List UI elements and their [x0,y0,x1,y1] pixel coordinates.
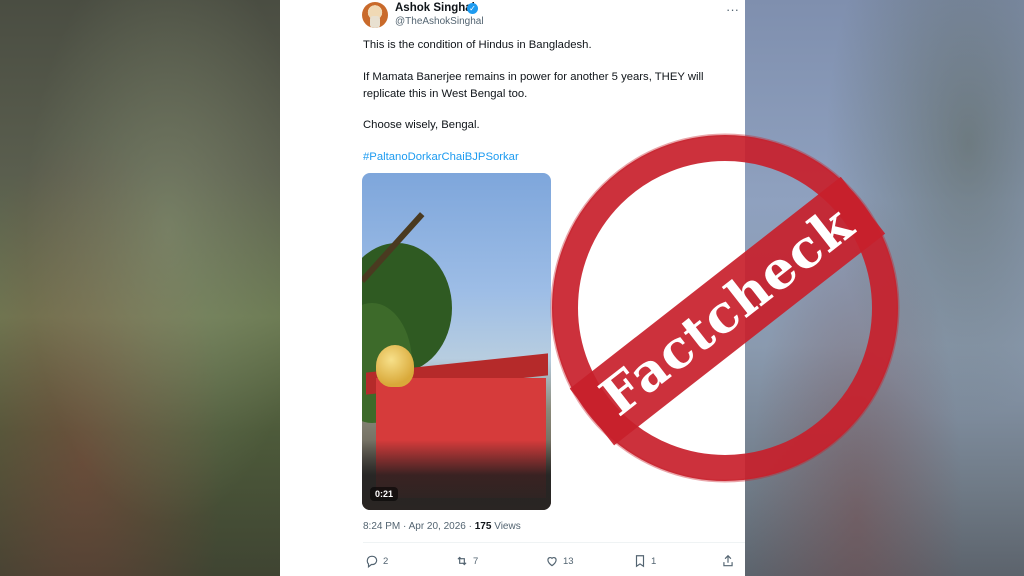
stamp-text: Factcheck [589,194,865,428]
background-left [0,0,280,576]
author-handle[interactable]: @TheAshokSinghal [395,16,484,27]
post-meta: 8:24 PM · Apr 20, 2026 · 175 Views [363,521,521,532]
like-count: 13 [563,555,574,567]
repost-icon [457,556,467,566]
views-count: 175 [474,521,492,532]
reply-button[interactable]: 2 [365,554,388,568]
heart-icon [547,557,557,567]
divider [363,542,745,543]
more-icon[interactable]: ··· [726,2,739,17]
post-date[interactable]: Apr 20, 2026 [409,521,466,532]
like-button[interactable]: 13 [545,554,574,568]
share-icon [723,554,733,567]
factcheck-stamp: Factcheck [550,133,900,483]
share-button[interactable] [721,554,735,568]
hashtag-link[interactable]: #PaltanoDorkarChaiBJPSorkar [363,151,519,163]
post-text-line-3: replicate this in West Bengal too. [363,88,528,100]
avatar[interactable] [362,2,388,28]
bookmark-count: 1 [651,555,657,567]
reply-count: 2 [383,555,389,567]
video-timer: 0:21 [370,487,399,501]
author-name[interactable]: Ashok Singhal [395,2,475,14]
post-text-line-4: Choose wisely, Bengal. [363,119,480,131]
post-text-line-2: If Mamata Banerjee remains in power for … [363,71,704,83]
post-time[interactable]: 8:24 PM [363,521,400,532]
video-player[interactable] [362,173,551,510]
verified-badge-icon: ✓ [467,3,478,14]
bookmark-icon [635,555,645,568]
reply-icon [366,555,378,568]
repost-button[interactable]: 7 [455,554,478,568]
post-text-line-1: This is the condition of Hindus in Bangl… [363,39,592,51]
bookmark-button[interactable]: 1 [633,554,656,568]
temple-dome [376,345,414,387]
views-label: Views [494,521,521,532]
repost-count: 7 [473,555,479,567]
